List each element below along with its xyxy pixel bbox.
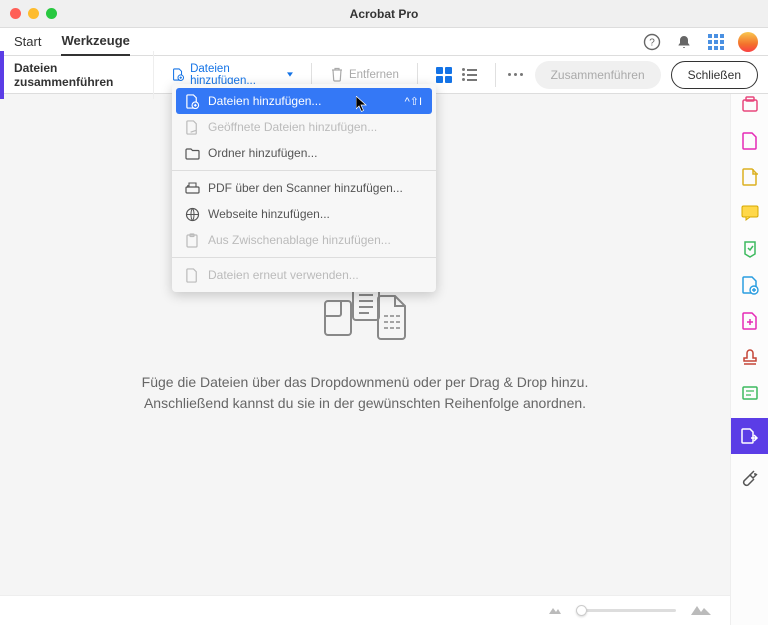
menu-item-label: Ordner hinzufügen... <box>208 146 317 160</box>
separator <box>417 63 418 87</box>
more-options-button[interactable] <box>508 73 523 76</box>
menu-item-label: Aus Zwischenablage hinzufügen... <box>208 233 391 247</box>
file-refresh-icon <box>184 267 200 283</box>
menu-separator <box>172 257 436 258</box>
placeholder-line1: Füge die Dateien über das Dropdownmenü o… <box>142 372 589 393</box>
remove-button: Entfernen <box>324 63 405 86</box>
stamp-icon[interactable] <box>739 346 761 368</box>
file-open-icon <box>184 119 200 135</box>
comment-icon[interactable] <box>739 202 761 224</box>
menu-website[interactable]: Webseite hinzufügen... <box>172 201 436 227</box>
menu-separator <box>172 170 436 171</box>
grid-view-button[interactable] <box>436 67 452 83</box>
file-plus-icon <box>184 93 200 109</box>
sign-icon[interactable] <box>739 238 761 260</box>
organize-icon[interactable] <box>739 274 761 296</box>
menu-open-files: Geöffnete Dateien hinzufügen... <box>172 114 436 140</box>
combine-files-tool-active[interactable] <box>731 418 768 454</box>
help-icon[interactable]: ? <box>642 32 662 52</box>
svg-text:?: ? <box>649 37 655 48</box>
placeholder-text: Füge die Dateien über das Dropdownmenü o… <box>142 372 589 414</box>
remove-label: Entfernen <box>349 69 399 81</box>
add-files-dropdown-menu: Dateien hinzufügen... ^⇧I Geöffnete Date… <box>172 84 436 292</box>
create-pdf-icon[interactable] <box>739 94 761 116</box>
menu-reuse-files: Dateien erneut verwenden... <box>172 262 436 288</box>
close-window-button[interactable] <box>10 8 21 19</box>
thumbnail-small-icon[interactable] <box>548 602 562 620</box>
menu-item-label: Webseite hinzufügen... <box>208 207 330 221</box>
clipboard-icon <box>184 232 200 248</box>
menu-item-label: Geöffnete Dateien hinzufügen... <box>208 120 377 134</box>
bottom-bar <box>0 595 730 625</box>
merge-button: Zusammenführen <box>535 61 661 89</box>
titlebar: Acrobat Pro <box>0 0 768 28</box>
menu-scanner[interactable]: PDF über den Scanner hinzufügen... <box>172 175 436 201</box>
menu-add-folder[interactable]: Ordner hinzufügen... <box>172 140 436 166</box>
add-page-icon[interactable] <box>739 310 761 332</box>
folder-icon <box>184 145 200 161</box>
maximize-window-button[interactable] <box>46 8 57 19</box>
menu-item-label: PDF über den Scanner hinzufügen... <box>208 181 403 195</box>
minimize-window-button[interactable] <box>28 8 39 19</box>
scanner-icon <box>184 180 200 196</box>
zoom-slider[interactable] <box>576 609 676 612</box>
add-files-label: Dateien hinzufügen... <box>190 63 282 87</box>
bell-icon[interactable] <box>674 32 694 52</box>
close-button[interactable]: Schließen <box>671 61 758 89</box>
thumbnail-large-icon[interactable] <box>690 600 712 621</box>
settings-icon[interactable] <box>739 468 761 490</box>
user-avatar[interactable] <box>738 32 758 52</box>
right-tools-panel <box>730 84 768 625</box>
zoom-slider-thumb[interactable] <box>576 605 587 616</box>
menu-item-label: Dateien erneut verwenden... <box>208 268 359 282</box>
list-view-button[interactable] <box>462 68 477 81</box>
separator <box>495 63 496 87</box>
menu-shortcut: ^⇧I <box>405 95 422 108</box>
separator <box>311 63 312 87</box>
edit-pdf-icon[interactable] <box>739 166 761 188</box>
menu-add-files[interactable]: Dateien hinzufügen... ^⇧I <box>176 88 432 114</box>
protect-icon[interactable] <box>739 382 761 404</box>
tool-title: Dateien zusammenführen <box>0 51 154 99</box>
export-pdf-icon[interactable] <box>739 130 761 152</box>
menu-clipboard: Aus Zwischenablage hinzufügen... <box>172 227 436 253</box>
menu-item-label: Dateien hinzufügen... <box>208 94 321 108</box>
placeholder-line2: Anschließend kannst du sie in der gewüns… <box>142 393 589 414</box>
apps-grid-icon[interactable] <box>706 32 726 52</box>
window-title: Acrobat Pro <box>350 7 419 21</box>
globe-icon <box>184 206 200 222</box>
